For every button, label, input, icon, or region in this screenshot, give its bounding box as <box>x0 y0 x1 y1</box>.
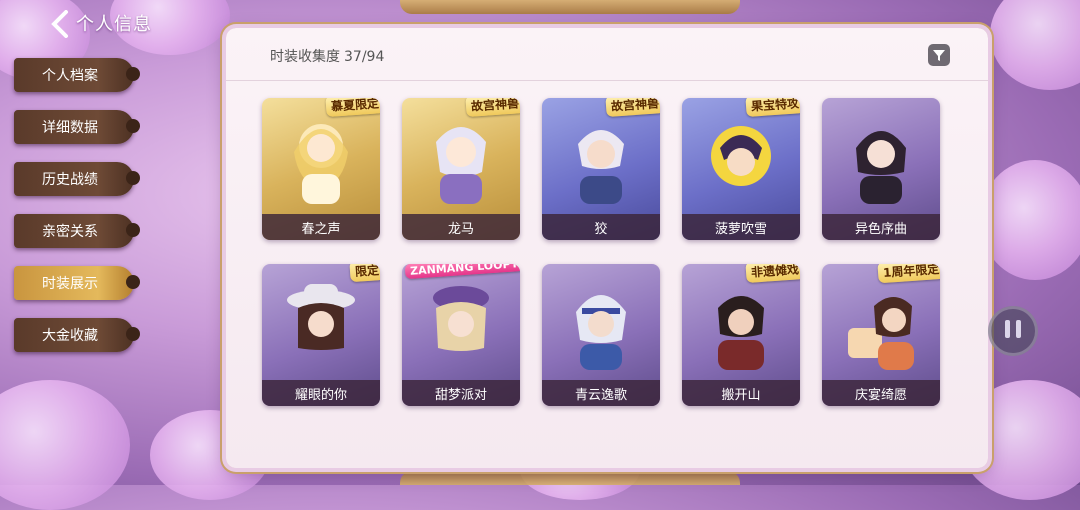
nav-item-label: 大金收藏 <box>42 328 98 344</box>
nav-item-label: 个人档案 <box>42 68 98 84</box>
outfit-name: 春之声 <box>262 214 380 240</box>
character-portrait <box>718 296 764 370</box>
limited-badge: 1周年限定 <box>876 264 940 284</box>
outfit-card[interactable]: 故宫神兽 狡 <box>542 98 660 240</box>
nav-item-gold-collection[interactable]: 大金收藏 <box>14 318 140 352</box>
character-portrait <box>287 284 355 350</box>
character-portrait <box>576 295 626 370</box>
nav-item-profile[interactable]: 个人档案 <box>14 58 140 92</box>
outfit-card[interactable]: 限定 耀眼的你 <box>262 264 380 406</box>
chevron-left-icon <box>51 10 68 38</box>
rope-knot-decoration <box>126 223 140 237</box>
limited-badge: 故宫神兽 <box>465 98 520 117</box>
nav-item-label: 时装展示 <box>42 276 98 292</box>
blossom-decoration <box>990 0 1080 90</box>
outfit-card[interactable]: 非遗傩戏 搬开山 <box>682 264 800 406</box>
nav-item-history[interactable]: 历史战绩 <box>14 162 140 196</box>
outfit-card[interactable]: 异色序曲 <box>822 98 940 240</box>
character-portrait <box>578 130 624 204</box>
blossom-decoration <box>980 160 1080 280</box>
collection-label: 时装收集度 <box>270 49 340 65</box>
outfit-name: 狡 <box>542 214 660 240</box>
rope-knot-decoration <box>126 67 140 81</box>
filter-icon <box>933 50 945 61</box>
back-button[interactable] <box>40 6 80 42</box>
outfit-name: 搬开山 <box>682 380 800 406</box>
blossom-decoration <box>0 380 130 510</box>
outfit-card[interactable]: 果宝特攻 菠萝吹雪 <box>682 98 800 240</box>
ornament-frame-bottom <box>400 471 740 485</box>
limited-badge: 果宝特攻 <box>745 98 800 117</box>
side-nav: 个人档案 详细数据 历史战绩 亲密关系 时装展示 大金收藏 <box>14 58 140 370</box>
outfit-name: 青云逸歌 <box>542 380 660 406</box>
outfit-card[interactable]: ZANMANG LOOPY 甜梦派对 <box>402 264 520 406</box>
outfit-name: 庆宴绮愿 <box>822 380 940 406</box>
outfit-name: 菠萝吹雪 <box>682 214 800 240</box>
outfit-card[interactable]: 故宫神兽 龙马 <box>402 98 520 240</box>
character-portrait <box>433 286 489 351</box>
limited-badge: 非遗傩戏 <box>745 264 800 283</box>
outfit-name: 异色序曲 <box>822 214 940 240</box>
rope-knot-decoration <box>126 171 140 185</box>
outfit-card[interactable]: 慕夏限定 春之声 <box>262 98 380 240</box>
filter-button[interactable] <box>928 44 950 66</box>
character-portrait <box>436 127 486 204</box>
ornament-frame-top <box>400 0 740 14</box>
pause-icon <box>1002 320 1024 342</box>
collab-badge: ZANMANG LOOPY <box>405 264 520 280</box>
character-portrait <box>711 126 771 186</box>
character-portrait <box>848 297 914 370</box>
rope-knot-decoration <box>126 119 140 133</box>
collection-progress: 时装收集度 37/94 <box>270 46 384 66</box>
rope-knot-decoration <box>126 275 140 289</box>
nav-item-details[interactable]: 详细数据 <box>14 110 140 144</box>
limited-badge: 故宫神兽 <box>605 98 660 117</box>
outfit-card[interactable]: 青云逸歌 <box>542 264 660 406</box>
outfit-name: 龙马 <box>402 214 520 240</box>
limited-badge: 限定 <box>349 264 380 283</box>
character-portrait <box>294 124 348 204</box>
outfit-name: 甜梦派对 <box>402 380 520 406</box>
collection-count: 37/94 <box>344 49 385 65</box>
nav-item-label: 详细数据 <box>42 120 98 136</box>
limited-badge: 慕夏限定 <box>325 98 380 117</box>
pause-button[interactable] <box>988 306 1038 356</box>
nav-item-outfits[interactable]: 时装展示 <box>14 266 140 300</box>
nav-item-label: 历史战绩 <box>42 172 98 188</box>
nav-item-relations[interactable]: 亲密关系 <box>14 214 140 248</box>
rope-knot-decoration <box>126 327 140 341</box>
character-portrait <box>856 131 906 204</box>
outfit-card[interactable]: 1周年限定 庆宴绮愿 <box>822 264 940 406</box>
outfit-panel: 时装收集度 37/94 慕夏限定 春之声 故宫神兽 龙马 故宫神兽 狡 果宝特攻 … <box>226 28 988 468</box>
panel-header: 时装收集度 37/94 <box>226 28 988 81</box>
page-title: 个人信息 <box>76 14 152 35</box>
outfit-name: 耀眼的你 <box>262 380 380 406</box>
nav-item-label: 亲密关系 <box>42 224 98 240</box>
